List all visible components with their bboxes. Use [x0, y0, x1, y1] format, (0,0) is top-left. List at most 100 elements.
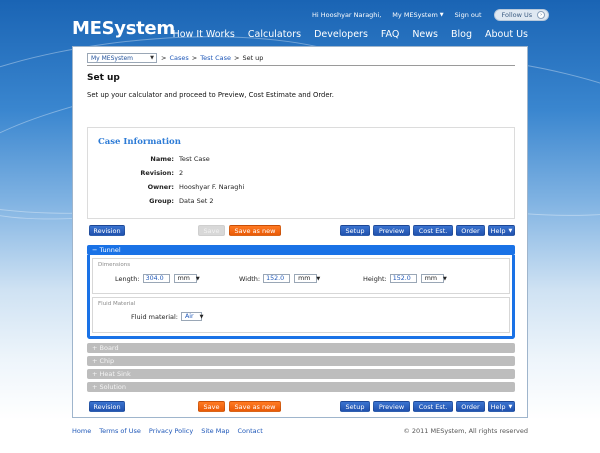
site-logo[interactable]: MESystem	[72, 18, 175, 39]
fluid-material-field: Fluid material: Air ▼	[131, 312, 204, 321]
length-unit-select[interactable]: mm ▼	[173, 274, 200, 283]
accordion-chip-header[interactable]: + Chip	[87, 356, 515, 366]
nav-developers[interactable]: Developers	[314, 29, 368, 40]
case-information-box: Case Information Name: Test Case Revisio…	[87, 127, 515, 219]
footer-sitemap-link[interactable]: Site Map	[201, 427, 229, 435]
case-label: Revision:	[140, 169, 174, 177]
breadcrumb-separator: >	[191, 54, 198, 62]
case-information-title: Case Information	[98, 137, 181, 147]
case-label: Group:	[149, 197, 174, 205]
width-field: Width: 152.0 mm ▼	[239, 274, 321, 283]
case-value: 2	[179, 169, 184, 177]
select-value: My MESystem	[91, 54, 133, 62]
preview-button[interactable]: Preview	[373, 401, 410, 412]
length-field: Length: 304.0 mm ▼	[115, 274, 200, 283]
case-row-name: Name: Test Case	[88, 155, 516, 165]
fluid-material-value: Air	[184, 313, 194, 320]
my-mesystem-select[interactable]: My MESystem ▼	[87, 53, 157, 63]
height-unit-select[interactable]: mm ▼	[420, 274, 447, 283]
footer-terms-link[interactable]: Terms of Use	[99, 427, 141, 435]
breadcrumb-cases[interactable]: Cases	[169, 53, 188, 63]
footer-links: Home Terms of Use Privacy Policy Site Ma…	[72, 427, 263, 435]
case-value: Data Set 2	[179, 197, 214, 205]
height-label: Height:	[363, 274, 387, 283]
nav-news[interactable]: News	[412, 29, 438, 40]
height-unit: mm	[424, 275, 437, 282]
accordion-solution-header[interactable]: + Solution	[87, 382, 515, 392]
setup-button[interactable]: Setup	[340, 401, 370, 412]
nav-calculators[interactable]: Calculators	[248, 29, 301, 40]
chevron-right-icon: ›	[537, 11, 546, 19]
sign-out-link[interactable]: Sign out	[455, 11, 482, 19]
top-user-bar: Hi Hooshyar Naraghi, My MESystem ▼ Sign …	[312, 9, 550, 21]
fluid-material-select[interactable]: Air ▼	[180, 312, 204, 321]
breadcrumb-test-case[interactable]: Test Case	[200, 53, 231, 63]
fluid-material-section: Fluid Material Fluid material: Air ▼	[92, 297, 510, 333]
breadcrumb-trail: > Cases > Test Case > Set up	[161, 53, 263, 63]
top-toolbar: Revision Save Save as new Setup Preview …	[87, 225, 515, 237]
help-button[interactable]: Help ▼	[488, 225, 515, 236]
caret-down-icon: ▼	[442, 275, 447, 282]
caret-down-icon: ▼	[508, 227, 513, 234]
revision-button[interactable]: Revision	[89, 225, 125, 236]
fluid-material-label: Fluid material:	[131, 312, 178, 321]
width-input[interactable]: 152.0	[263, 274, 291, 283]
dimensions-section: Dimensions Length: 304.0 mm ▼ Width: 152…	[92, 258, 510, 294]
breadcrumb: My MESystem ▼ > Cases > Test Case > Set …	[87, 53, 515, 66]
main-navigation: How It Works Calculators Developers FAQ …	[173, 29, 528, 40]
page-intro: Set up your calculator and proceed to Pr…	[87, 91, 334, 99]
width-unit: mm	[298, 275, 311, 282]
save-button[interactable]: Save	[198, 401, 225, 412]
setup-button[interactable]: Setup	[340, 225, 370, 236]
breadcrumb-separator: >	[233, 54, 240, 62]
site-footer: Home Terms of Use Privacy Policy Site Ma…	[72, 427, 528, 435]
save-as-new-button[interactable]: Save as new	[229, 225, 281, 236]
caret-down-icon: ▼	[195, 275, 200, 282]
caret-down-icon: ▼	[508, 403, 513, 410]
my-mesystem-menu[interactable]: My MESystem ▼	[392, 11, 443, 19]
accordion-tunnel-header[interactable]: − Tunnel	[87, 245, 515, 255]
copyright: © 2011 MESystem, All rights reserved	[403, 427, 528, 435]
width-label: Width:	[239, 274, 261, 283]
length-unit: mm	[177, 275, 190, 282]
footer-privacy-link[interactable]: Privacy Policy	[149, 427, 193, 435]
case-label: Name:	[150, 155, 174, 163]
nav-faq[interactable]: FAQ	[381, 29, 399, 40]
height-input[interactable]: 152.0	[389, 274, 417, 283]
page-title: Set up	[87, 73, 120, 83]
user-greeting: Hi Hooshyar Naraghi,	[312, 11, 382, 19]
accordion-heat-sink-header[interactable]: + Heat Sink	[87, 369, 515, 379]
accordion-board-header[interactable]: + Board	[87, 343, 515, 353]
main-panel: My MESystem ▼ > Cases > Test Case > Set …	[72, 46, 528, 418]
footer-contact-link[interactable]: Contact	[237, 427, 262, 435]
width-unit-select[interactable]: mm ▼	[294, 274, 321, 283]
follow-us-button[interactable]: Follow Us ›	[493, 9, 550, 21]
chevron-down-icon: ▼	[150, 55, 154, 61]
order-button[interactable]: Order	[456, 401, 485, 412]
fluid-material-legend: Fluid Material	[98, 301, 136, 307]
nav-blog[interactable]: Blog	[451, 29, 472, 40]
save-button[interactable]: Save	[198, 225, 225, 236]
caret-down-icon: ▼	[199, 313, 204, 320]
length-label: Length:	[115, 274, 140, 283]
save-as-new-button[interactable]: Save as new	[229, 401, 281, 412]
preview-button[interactable]: Preview	[373, 225, 410, 236]
case-value: Test Case	[179, 155, 210, 163]
nav-how-it-works[interactable]: How It Works	[173, 29, 235, 40]
revision-button[interactable]: Revision	[89, 401, 125, 412]
nav-about-us[interactable]: About Us	[485, 29, 528, 40]
my-mesystem-label: My MESystem	[392, 11, 438, 19]
cost-estimate-button[interactable]: Cost Est.	[413, 401, 453, 412]
length-input[interactable]: 304.0	[142, 274, 170, 283]
case-row-owner: Owner: Hooshyar F. Naraghi	[88, 183, 516, 193]
dimensions-legend: Dimensions	[98, 262, 131, 268]
cost-estimate-button[interactable]: Cost Est.	[413, 225, 453, 236]
case-row-revision: Revision: 2	[88, 169, 516, 179]
caret-down-icon: ▼	[316, 275, 321, 282]
help-label: Help	[490, 402, 506, 411]
order-button[interactable]: Order	[456, 225, 485, 236]
follow-us-label: Follow Us	[501, 11, 533, 19]
footer-home-link[interactable]: Home	[72, 427, 91, 435]
height-field: Height: 152.0 mm ▼	[363, 274, 447, 283]
help-button[interactable]: Help ▼	[488, 401, 515, 412]
